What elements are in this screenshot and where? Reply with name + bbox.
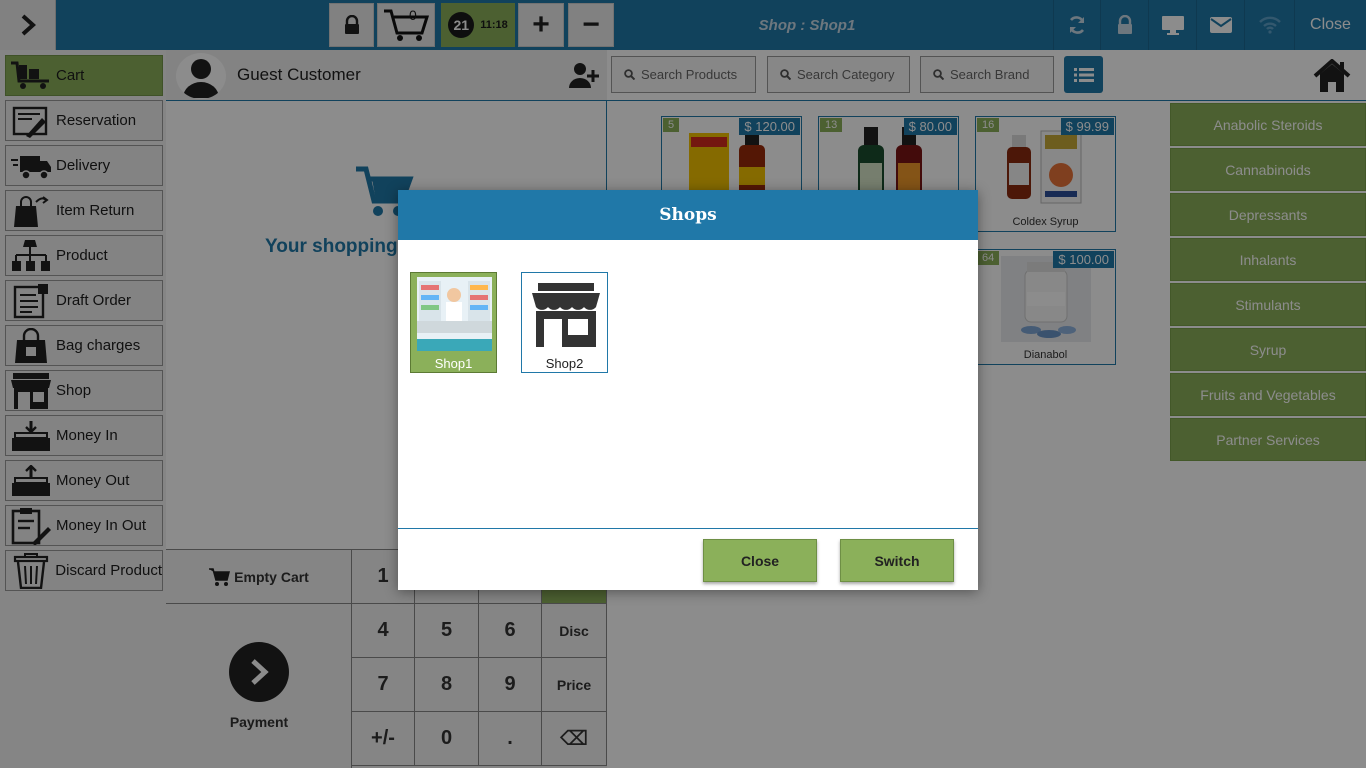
dialog-title: Shops xyxy=(398,190,978,240)
dialog-close-button[interactable]: Close xyxy=(703,539,817,582)
dialog-body: Shop1 Shop2 xyxy=(398,240,978,529)
shop-tile-shop2[interactable]: Shop2 xyxy=(521,272,608,373)
shop-tile-shop1[interactable]: Shop1 xyxy=(410,272,497,373)
shop-icon xyxy=(528,277,603,351)
shop-tile-label: Shop1 xyxy=(434,356,473,371)
shop-tile-label: Shop2 xyxy=(545,356,584,371)
shops-dialog: Shops Shop1 Shop2 Close Switch xyxy=(398,190,978,590)
pharmacy-image xyxy=(417,277,492,351)
dialog-switch-button[interactable]: Switch xyxy=(840,539,954,582)
